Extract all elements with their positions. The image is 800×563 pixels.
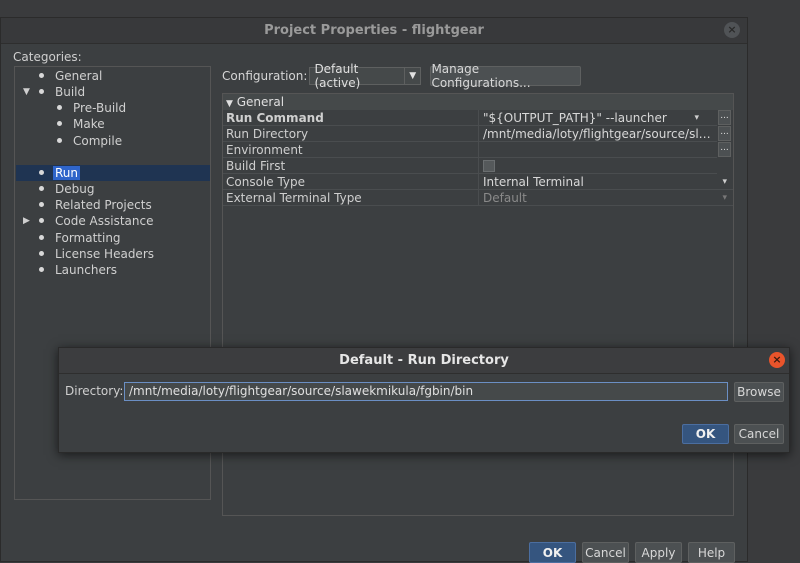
close-icon[interactable]: × [769, 352, 785, 368]
dropdown-icon: ▾ [722, 193, 727, 203]
ellipsis-button[interactable]: ... [718, 142, 731, 157]
property-name: Run Directory [223, 126, 479, 142]
property-value[interactable]: "${OUTPUT_PATH}" --launcher ▾ [479, 110, 717, 126]
tree-item-general[interactable]: General [39, 68, 102, 84]
collapse-icon: ▼ [226, 99, 233, 109]
property-row-build-first[interactable]: Build First [223, 158, 733, 174]
ok-button[interactable]: OK [529, 542, 576, 563]
expand-down-icon[interactable]: ▼ [23, 84, 30, 100]
chevron-down-icon: ▼ [404, 68, 420, 84]
property-row-external-terminal-type[interactable]: External Terminal Type Default ▾ [223, 190, 733, 206]
property-name: External Terminal Type [223, 190, 479, 206]
tree-item-launchers[interactable]: Launchers [39, 262, 117, 278]
bullet-icon [39, 202, 44, 207]
dialog-titlebar[interactable]: Default - Run Directory × [59, 348, 789, 374]
bullet-icon [39, 218, 44, 223]
bullet-icon [39, 73, 44, 78]
property-name: Run Command [223, 110, 479, 126]
property-name: Console Type [223, 174, 479, 190]
directory-input[interactable]: /mnt/media/loty/flightgear/source/slawek… [124, 382, 728, 401]
dialog-ok-button[interactable]: OK [682, 424, 729, 444]
directory-label: Directory: [65, 384, 124, 398]
manage-configurations-button[interactable]: Manage Configurations... [430, 62, 582, 90]
dropdown-icon: ▾ [694, 113, 699, 123]
bullet-icon [39, 170, 44, 175]
configuration-row: Configuration: Default (active) ▼ Manage… [222, 62, 582, 90]
expand-right-icon[interactable]: ▶ [23, 213, 30, 229]
property-row-run-command[interactable]: Run Command "${OUTPUT_PATH}" --launcher ▾… [223, 110, 733, 126]
bullet-icon [39, 89, 44, 94]
bullet-icon [39, 267, 44, 272]
configuration-label: Configuration: [222, 69, 308, 83]
bullet-icon [39, 251, 44, 256]
browse-button[interactable]: Browse [734, 382, 784, 402]
bullet-icon [57, 138, 62, 143]
ellipsis-button[interactable]: ... [718, 126, 731, 141]
window-title: Project Properties - flightgear [264, 23, 484, 38]
tree-item-related-projects[interactable]: Related Projects [39, 197, 152, 213]
property-value[interactable]: /mnt/media/loty/flightgear/source/slawek… [479, 126, 717, 142]
dialog-title: Default - Run Directory [339, 353, 509, 368]
tree-item-make[interactable]: Make [57, 116, 105, 132]
property-value[interactable] [479, 158, 717, 174]
configuration-select[interactable]: Default (active) ▼ [309, 62, 422, 90]
property-name: Environment [223, 142, 479, 158]
tree-item-build[interactable]: Build [39, 84, 85, 100]
ellipsis-button[interactable]: ... [718, 110, 731, 125]
window-titlebar[interactable]: Project Properties - flightgear × [1, 18, 747, 44]
dialog-cancel-button[interactable]: Cancel [734, 424, 784, 444]
tree-item-pre-build[interactable]: Pre-Build [57, 100, 126, 116]
property-name: Build First [223, 158, 479, 174]
apply-button[interactable]: Apply [635, 542, 682, 563]
run-directory-dialog: Default - Run Directory × Directory: /mn… [58, 347, 790, 453]
cancel-button[interactable]: Cancel [582, 542, 629, 563]
property-value[interactable]: Internal Terminal ▾ [479, 174, 733, 190]
property-value: Default ▾ [479, 190, 733, 206]
tree-item-code-assistance[interactable]: Code Assistance [39, 213, 153, 229]
categories-label: Categories: [13, 50, 82, 64]
close-icon[interactable]: × [724, 22, 740, 38]
section-header-general[interactable]: ▼ General [223, 94, 733, 110]
bullet-icon [39, 235, 44, 240]
property-row-console-type[interactable]: Console Type Internal Terminal ▾ [223, 174, 733, 190]
tree-item-run[interactable]: Run [39, 165, 81, 181]
property-value[interactable] [479, 142, 717, 158]
bullet-icon [57, 121, 62, 126]
property-row-run-directory[interactable]: Run Directory /mnt/media/loty/flightgear… [223, 126, 733, 142]
tree-item-debug[interactable]: Debug [39, 181, 94, 197]
dropdown-icon: ▾ [722, 177, 727, 187]
build-first-checkbox[interactable] [483, 160, 495, 172]
bullet-icon [57, 105, 62, 110]
help-button[interactable]: Help [688, 542, 735, 563]
tree-item-formatting[interactable]: Formatting [39, 230, 121, 246]
tree-item-license-headers[interactable]: License Headers [39, 246, 154, 262]
project-properties-window: Project Properties - flightgear × Catego… [0, 17, 748, 563]
bullet-icon [39, 186, 44, 191]
property-row-environment[interactable]: Environment ... [223, 142, 733, 158]
tree-item-compile[interactable]: Compile [57, 133, 122, 149]
